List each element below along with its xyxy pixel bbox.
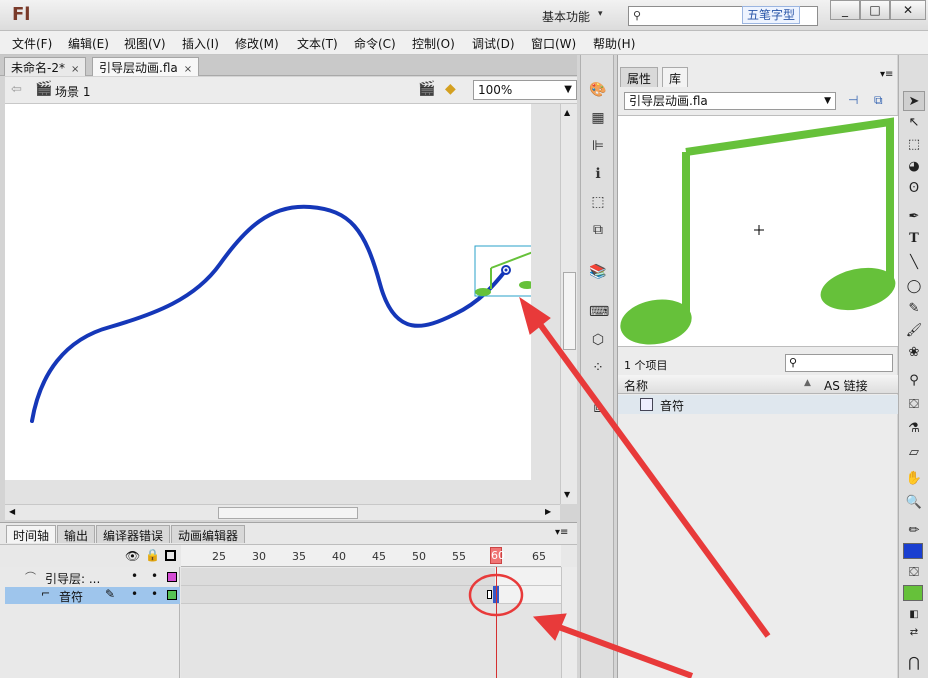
annotation-arrow-timeline: [532, 613, 694, 678]
annotation-overlay: [468, 296, 771, 678]
annotation-circle: [468, 573, 524, 617]
annotation-arrow-stage: [519, 296, 771, 638]
